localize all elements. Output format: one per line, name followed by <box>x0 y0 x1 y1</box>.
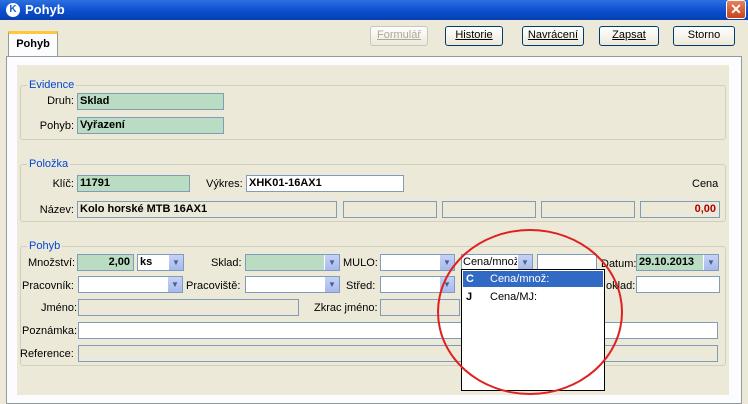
formular-button[interactable]: Formulář <box>370 26 428 46</box>
zkrac-jmeno-field[interactable] <box>380 299 460 316</box>
vykres-field[interactable]: XHK01-16AX1 <box>246 175 404 192</box>
mnozstvi-field[interactable]: 2,00 <box>77 254 134 271</box>
pracoviste-label: Pracoviště: <box>186 280 241 292</box>
sklad-combo[interactable]: ▼ <box>245 254 340 271</box>
option-code: C <box>466 273 474 285</box>
window-title: Pohyb <box>25 2 65 17</box>
app-icon: K <box>6 3 20 17</box>
nazev-field[interactable]: Kolo horské MTB 16AX1 <box>77 201 337 218</box>
mnozstvi-label: Množství: <box>28 257 76 269</box>
chevron-down-icon[interactable]: ▼ <box>324 255 339 270</box>
stred-combo[interactable]: ▼ <box>380 276 455 293</box>
klic-label: Klíč: <box>52 178 74 190</box>
sklad-label: Sklad: <box>211 257 242 269</box>
chevron-down-icon[interactable]: ▼ <box>167 277 182 292</box>
druh-label: Druh: <box>47 95 74 107</box>
storno-button[interactable]: Storno <box>673 26 735 46</box>
datum-value: 29.10.2013 <box>639 256 695 268</box>
mulo-combo[interactable]: ▼ <box>380 254 455 271</box>
historie-button[interactable]: Historie <box>445 26 503 46</box>
doklad-label: oklad: <box>606 280 636 292</box>
vykres-label: Výkres: <box>206 178 243 190</box>
poznamka-label: Poznámka: <box>22 325 78 337</box>
cena-label: Cena <box>692 178 719 190</box>
pracovnik-label: Pracovník: <box>22 280 74 292</box>
pracovnik-combo[interactable]: ▼ <box>78 276 183 293</box>
unit-combo[interactable]: ks ▼ <box>137 254 184 271</box>
chevron-down-icon[interactable]: ▼ <box>439 277 454 292</box>
chevron-down-icon[interactable]: ▼ <box>324 277 339 292</box>
stred-label: Střed: <box>346 280 376 292</box>
chevron-down-icon[interactable]: ▼ <box>517 255 532 270</box>
dropdown-option-cena-mj[interactable]: J Cena/MJ: <box>463 289 603 305</box>
close-icon[interactable]: ✕ <box>726 0 746 19</box>
pohyb-label: Pohyb: <box>39 120 74 132</box>
reference-label: Reference: <box>20 348 74 360</box>
poznamka-field[interactable] <box>78 322 718 339</box>
zkrac-jmeno-label: Zkrac jméno: <box>314 302 378 314</box>
pohyb-field[interactable]: Vyřazení <box>77 117 224 134</box>
cena-type-dropdown: C Cena/množ: J Cena/MJ: <box>461 269 605 391</box>
jmeno-field[interactable] <box>78 299 299 316</box>
chevron-down-icon[interactable]: ▼ <box>703 255 718 270</box>
pohyb-legend: Pohyb <box>27 240 63 252</box>
polozka-extra-field-2[interactable] <box>442 201 536 218</box>
navraceni-button[interactable]: Navrácení <box>522 26 584 46</box>
option-code: J <box>466 291 473 303</box>
chevron-down-icon[interactable]: ▼ <box>439 255 454 270</box>
tab-pohyb[interactable]: Pohyb <box>8 31 58 56</box>
dropdown-option-cena-mnoz[interactable]: C Cena/množ: <box>463 271 603 287</box>
cena-field[interactable]: 0,00 <box>640 201 720 218</box>
unit-value: ks <box>140 256 153 268</box>
reference-field[interactable] <box>78 345 718 362</box>
polozka-legend: Položka <box>27 158 71 170</box>
option-text: Cena/MJ: <box>490 291 538 303</box>
jmeno-label: Jméno: <box>41 302 78 314</box>
cena-type-value: Cena/množ: <box>463 256 523 268</box>
polozka-extra-field-3[interactable] <box>541 201 635 218</box>
datum-label: Datum: <box>601 258 637 270</box>
nazev-label: Název: <box>39 204 74 216</box>
doklad-field[interactable] <box>636 276 720 293</box>
evidence-legend: Evidence <box>27 79 77 91</box>
polozka-extra-field-1[interactable] <box>343 201 437 218</box>
option-text: Cena/množ: <box>490 273 550 285</box>
druh-field[interactable]: Sklad <box>77 93 224 110</box>
mulo-label: MULO: <box>343 257 378 269</box>
chevron-down-icon[interactable]: ▼ <box>168 255 183 270</box>
zapsat-button[interactable]: Zapsat <box>599 26 659 46</box>
pracoviste-combo[interactable]: ▼ <box>245 276 340 293</box>
title-bar: K Pohyb ✕ <box>0 0 748 20</box>
datum-combo[interactable]: 29.10.2013 ▼ <box>636 254 719 271</box>
klic-field[interactable]: 11791 <box>77 175 190 192</box>
